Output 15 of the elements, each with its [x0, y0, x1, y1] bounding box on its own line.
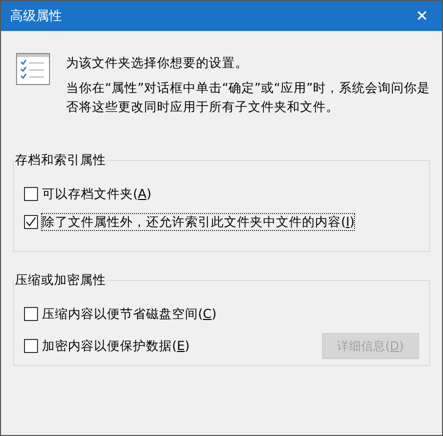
checkbox[interactable] [24, 339, 38, 353]
close-button[interactable]: ✕ [402, 1, 442, 31]
checkbox-label[interactable]: 压缩内容以便节省磁盘空间(C) [41, 305, 218, 323]
description-text: 当你在“属性”对话框中单击“确定”或“应用”时，系统会询问你是否将这些更改同时应用于所有子文件夹和文件。 [66, 79, 430, 116]
checkbox-label[interactable]: 加密内容以便保护数据(E) [41, 337, 191, 355]
checkbox-label[interactable]: 可以存档文件夹(A) [41, 185, 152, 203]
checkbox[interactable] [24, 187, 38, 201]
group-title: 存档和索引属性 [14, 152, 107, 169]
checkbox[interactable] [24, 215, 38, 229]
checkbox-label[interactable]: 除了文件属性外，还允许索引此文件夹中文件的内容(I) [41, 213, 356, 231]
checklist-icon [16, 53, 50, 85]
description-text: 为该文件夹选择你想要的设置。 [66, 54, 249, 72]
group-title: 压缩或加密属性 [14, 272, 107, 289]
window-title: 高级属性 [10, 8, 62, 25]
checkbox[interactable] [24, 307, 38, 321]
